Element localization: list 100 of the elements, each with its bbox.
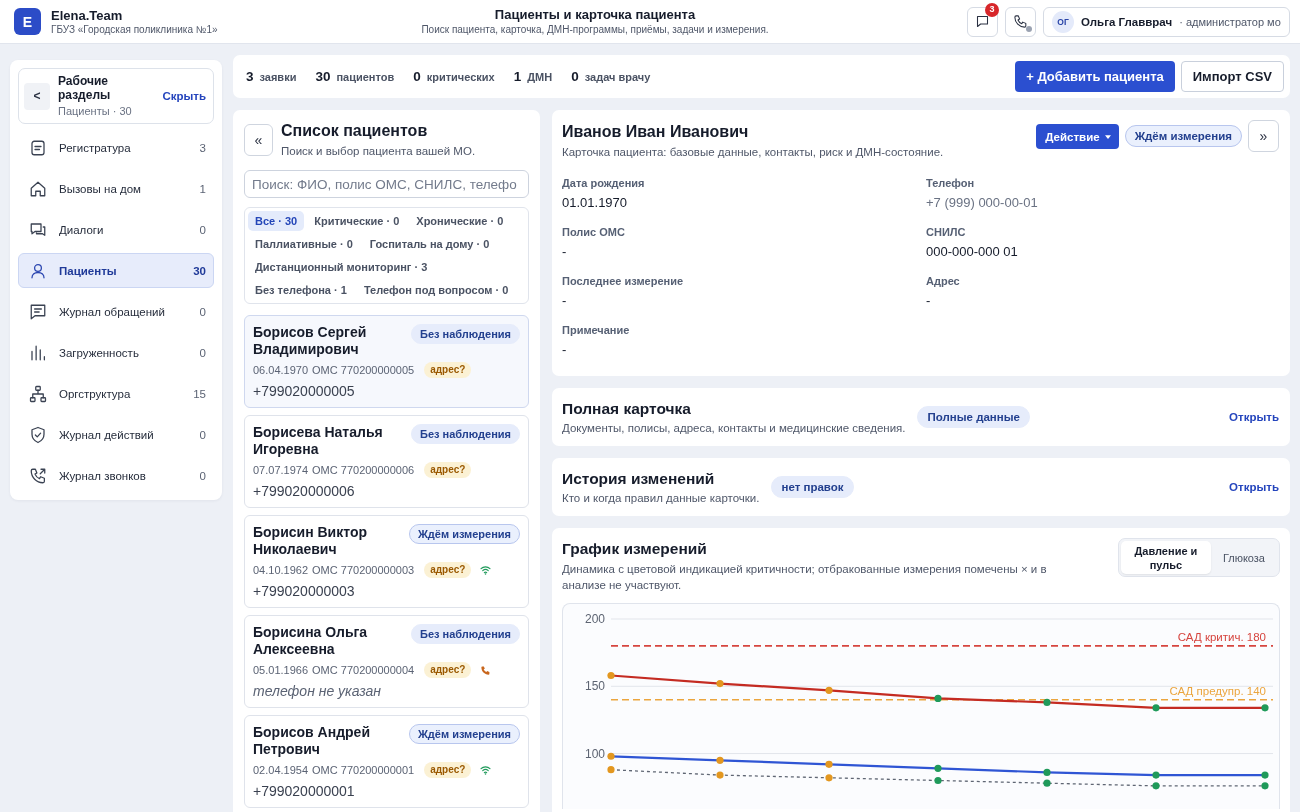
back-button[interactable]: < (24, 82, 50, 110)
filter-chip[interactable]: Паллиативные · 0 (248, 234, 360, 254)
policy-number: ОМС 770200000004 (312, 664, 415, 676)
status-badge: Ждём измерения (1124, 125, 1242, 147)
birth-date: 04.10.1962 (253, 564, 309, 576)
y-axis-label: 100 (584, 746, 605, 761)
sidebar-item[interactable]: Журнал действий 0 (18, 417, 214, 452)
chart-tab[interactable]: Давление и пульс (1120, 541, 1211, 574)
patient-name: Борисов Андрей Петрович (253, 724, 371, 758)
filter-chip[interactable]: Дистанционный мониторинг · 3 (248, 257, 435, 277)
phone-arrow-icon (29, 466, 47, 485)
policy-number: ОМС 770200000003 (312, 564, 415, 576)
user-name: Ольга Главврач (1081, 15, 1173, 28)
field-value: 01.01.1970 (562, 195, 628, 210)
sidebar-subtitle: Пациенты · 30 (58, 104, 132, 118)
policy-number: ОМС 770200000001 (312, 764, 415, 776)
field-label: СНИЛС (926, 226, 966, 239)
sidebar-item[interactable]: Оргструктура 15 (18, 376, 214, 411)
bar-chart-icon (29, 343, 47, 362)
hierarchy-icon (29, 384, 47, 403)
sidebar-item[interactable]: Загруженность 0 (18, 335, 214, 370)
phone-icon (1013, 14, 1028, 29)
panel-title: Список пациентов (281, 121, 428, 140)
panel-subtitle: Поиск и выбор пациента вашей МО. (281, 144, 476, 158)
address-warning-tag: адрес? (424, 762, 472, 778)
patient-name: Иванов Иван Иванович (562, 122, 749, 141)
filter-chip[interactable]: Критические · 0 (307, 211, 407, 231)
stat-count: 30 (315, 69, 331, 84)
status-badge: Без наблюдения (411, 424, 520, 444)
phone-number: +799020000003 (253, 582, 355, 600)
collapse-button[interactable]: « (244, 124, 273, 156)
add-patient-button[interactable]: + Добавить пациента (1015, 61, 1175, 92)
stat-label: заявки (259, 71, 297, 83)
sidebar-item[interactable]: Вызовы на дом 1 (18, 171, 214, 206)
status-badge: Без наблюдения (411, 324, 520, 344)
address-warning-tag: адрес? (424, 462, 472, 478)
phone-button[interactable] (1005, 6, 1036, 37)
patient-card[interactable]: Борисов Андрей Петрович Ждём измерения 02.04.1954 ОМС 770200000001 адрес? +799020000001 (244, 715, 529, 808)
field-label: Примечание (562, 324, 630, 337)
phone-number: +799020000006 (253, 482, 355, 500)
hide-link[interactable]: Скрыть (162, 90, 206, 102)
search-field[interactable]: Поиск: ФИО, полис ОМС, СНИЛС, телефо (244, 170, 529, 198)
section-title: История изменений (562, 469, 715, 488)
section-subtitle: Динамика с цветовой индикацией критичности; отбракованные измерения помечены × и в анализе не участвуют. (562, 562, 1048, 593)
messages-button[interactable]: 3 (967, 6, 998, 37)
patient-card[interactable]: Борисина Ольга Алексеевна Без наблюдения 05.01.1966 ОМС 770200000004 адрес? телефон не указан (244, 615, 529, 708)
birth-date: 06.04.1970 (253, 364, 309, 376)
phone-number: +799020000001 (253, 782, 355, 800)
house-icon (29, 179, 47, 198)
sidebar-item[interactable]: Журнал звонков 0 (18, 458, 214, 493)
patient-name: Борисева Наталья Игоревна (253, 424, 384, 458)
patient-name: Борисов Сергей Владимирович (253, 324, 368, 358)
stat-label: ДМН (527, 71, 553, 83)
page-title: Пациенты и карточка пациента (494, 7, 696, 23)
filter-chip[interactable]: Все · 30 (248, 211, 305, 231)
patient-card[interactable]: Борисин Виктор Николаевич Ждём измерения 04.10.1962 ОМС 770200000003 адрес? +799020000003 (244, 515, 529, 608)
open-link[interactable]: Открыть (1229, 411, 1279, 423)
chart-tab[interactable]: Глюкоза (1210, 541, 1277, 574)
section-title: Полная карточка (562, 399, 691, 418)
info-badge: нет правок (771, 476, 854, 498)
stat-label: пациентов (336, 71, 395, 83)
birth-date: 07.07.1974 (253, 464, 309, 476)
panel-subtitle: Карточка пациента: базовые данные, контакты, риск и ДМН-состояние. (562, 145, 944, 159)
stat-label: задач врачу (584, 71, 651, 83)
reference-line-label: САД предупр. 140 (1169, 684, 1266, 697)
filter-chip[interactable]: Госпиталь на дому · 0 (362, 234, 497, 254)
address-warning-tag: адрес? (424, 662, 472, 678)
import-csv-button[interactable]: Импорт CSV (1180, 61, 1284, 92)
brand-name: Elena.Team (51, 7, 123, 23)
sidebar-item[interactable]: Журнал обращений 0 (18, 294, 214, 329)
field-value: 000-000-000 01 (926, 244, 1018, 259)
patient-name: Борисина Ольга Алексеевна (253, 624, 369, 658)
caret-icon (1104, 134, 1111, 139)
filter-chip[interactable]: Без телефона · 1 (248, 280, 354, 300)
patient-name: Борисин Виктор Николаевич (253, 524, 368, 558)
field-label: Дата рождения (562, 177, 645, 190)
filter-chip[interactable]: Телефон под вопросом · 0 (356, 280, 516, 300)
sidebar-item[interactable]: Пациенты 30 (18, 253, 214, 288)
user-menu-button[interactable]: ОГ Ольга Главврач · администратор мо (1043, 6, 1290, 37)
app-logo: E (14, 8, 41, 35)
patient-card[interactable]: Борисева Наталья Игоревна Без наблюдения 07.07.1974 ОМС 770200000006 адрес? +799020000006 (244, 415, 529, 508)
chat-bubbles-icon (29, 220, 47, 239)
organization-name: ГБУЗ «Городская поликлиника №1» (51, 23, 218, 36)
field-label: Последнее измерение (562, 275, 684, 288)
page-subtitle: Поиск пациента, карточка, ДМН-программы, приёмы, задачи и измерения. (421, 24, 769, 36)
sidebar-title: Рабочие разделы (58, 74, 112, 102)
action-button[interactable]: Действие (1036, 124, 1119, 149)
expand-button[interactable]: » (1248, 120, 1279, 152)
message-icon (29, 302, 47, 321)
filter-chip[interactable]: Хронические · 0 (409, 211, 511, 231)
field-value: +7 (999) 000-00-01 (926, 195, 1038, 210)
section-subtitle: Документы, полисы, адреса, контакты и медицинские сведения. (562, 421, 906, 435)
open-link[interactable]: Открыть (1229, 481, 1279, 493)
stat-count: 0 (571, 69, 579, 84)
patient-card[interactable]: Борисов Сергей Владимирович Без наблюдения 06.04.1970 ОМС 770200000005 адрес? +799020000005 (244, 315, 529, 408)
document-icon (29, 138, 47, 157)
field-value: - (562, 342, 567, 357)
y-axis-label: 150 (584, 679, 605, 694)
sidebar-item[interactable]: Диалоги 0 (18, 212, 214, 247)
sidebar-item[interactable]: Регистратура 3 (18, 130, 214, 165)
